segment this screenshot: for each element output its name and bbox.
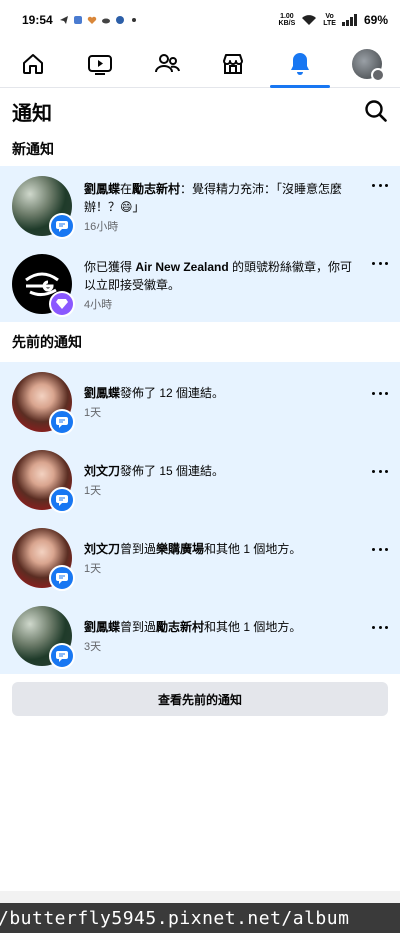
notification-text: 你已獲得 Air New Zealand 的頭號粉絲徽章，你可以立即接受徽章。	[84, 260, 353, 292]
tab-friends[interactable]	[134, 40, 200, 88]
notification-text: 劉鳳蝶發佈了 12 個連結。	[84, 386, 225, 400]
status-notification-icons	[59, 15, 139, 25]
status-bar: 19:54 1.00 KB/S Vo LTE 69%	[0, 0, 400, 40]
see-earlier-notifications-button[interactable]: 查看先前的通知	[12, 682, 388, 716]
notification-body: 刘文刀曾到過樂購廣場和其他 1 個地方。 1天	[72, 528, 388, 576]
tab-video[interactable]	[67, 40, 133, 88]
notification-item[interactable]: 劉鳳蝶曾到過勵志新村和其他 1 個地方。 3天	[0, 596, 400, 674]
notification-time: 3天	[84, 641, 102, 653]
notification-item[interactable]: 刘文刀發佈了 15 個連結。 1天	[0, 440, 400, 518]
message-icon	[56, 495, 68, 506]
more-options-icon[interactable]	[372, 262, 388, 268]
volte-indicator: Vo LTE	[323, 13, 336, 27]
cloud-icon	[101, 18, 110, 24]
top-nav-bar	[0, 40, 400, 88]
message-icon	[56, 417, 68, 428]
notification-text: 刘文刀曾到過樂購廣場和其他 1 個地方。	[84, 542, 302, 556]
notification-time: 16小時	[84, 221, 119, 233]
notification-body: 劉鳳蝶曾到過勵志新村和其他 1 個地方。 3天	[72, 606, 388, 654]
telegram-icon	[59, 16, 68, 24]
notification-time: 4小時	[84, 299, 113, 311]
marketplace-icon	[223, 53, 244, 74]
menu-icon	[370, 67, 385, 82]
tab-notifications[interactable]	[267, 40, 333, 88]
tab-menu[interactable]	[334, 40, 400, 88]
diamond-icon	[56, 299, 68, 309]
message-icon	[56, 221, 68, 232]
page-title: 通知	[12, 102, 52, 125]
message-icon	[56, 573, 68, 584]
notifications-icon	[290, 52, 309, 75]
notification-time: 1天	[84, 407, 102, 419]
status-badge	[49, 291, 75, 317]
notification-body: 劉鳳蝶發佈了 12 個連結。 1天	[72, 372, 388, 420]
friends-icon	[154, 53, 180, 72]
notification-avatar	[12, 176, 75, 239]
more-options-icon[interactable]	[372, 548, 388, 554]
status-badge	[49, 213, 75, 239]
notification-item[interactable]: 劉鳳蝶發佈了 12 個連結。 1天	[0, 362, 400, 440]
notification-item[interactable]: 你已獲得 Air New Zealand 的頭號粉絲徽章，你可以立即接受徽章。 …	[0, 244, 400, 322]
tab-home[interactable]	[0, 40, 66, 88]
dot-icon	[131, 18, 136, 22]
section-title-new: 新通知	[12, 141, 54, 157]
more-options-icon[interactable]	[372, 392, 388, 398]
notification-body: 刘文刀發佈了 15 個連結。 1天	[72, 450, 388, 498]
notification-body: 劉鳳蝶在勵志新村：覺得精力充沛：「沒睡意怎麼辦！？😄」 16小時	[72, 176, 388, 234]
notification-avatar	[12, 254, 75, 317]
notification-avatar	[12, 606, 75, 669]
status-badge	[49, 565, 75, 591]
notification-text: 劉鳳蝶在勵志新村：覺得精力充沛：「沒睡意怎麼辦！？😄」	[84, 182, 343, 214]
battery-level: 69%	[363, 13, 388, 27]
notification-avatar	[12, 450, 75, 513]
bottom-divider	[0, 891, 400, 903]
home-icon	[23, 53, 44, 74]
more-options-icon[interactable]	[372, 470, 388, 476]
notification-body: 你已獲得 Air New Zealand 的頭號粉絲徽章，你可以立即接受徽章。 …	[72, 254, 388, 312]
notification-time: 1天	[84, 485, 102, 497]
notification-time: 1天	[84, 563, 102, 575]
wifi-icon	[302, 15, 317, 25]
profile-avatar	[351, 48, 385, 82]
notification-avatar	[12, 528, 75, 591]
status-time: 19:54	[22, 13, 53, 27]
notification-text: 刘文刀發佈了 15 個連結。	[84, 464, 225, 478]
message-icon	[56, 651, 68, 662]
tab-marketplace[interactable]	[200, 40, 266, 88]
status-badge	[49, 487, 75, 513]
more-options-icon[interactable]	[372, 184, 388, 190]
notification-item[interactable]: 刘文刀曾到過樂購廣場和其他 1 個地方。 1天	[0, 518, 400, 596]
page-header: 通知	[0, 90, 400, 132]
sync-icon	[115, 16, 124, 24]
more-options-icon[interactable]	[372, 626, 388, 632]
section-title-earlier: 先前的通知	[0, 322, 400, 362]
url-watermark: /butterfly5945.pixnet.net/album	[0, 903, 400, 933]
notification-text: 劉鳳蝶曾到過勵志新村和其他 1 個地方。	[84, 620, 302, 634]
video-icon	[87, 54, 112, 75]
notification-avatar	[12, 372, 75, 435]
signal-icon	[341, 14, 357, 26]
notification-item[interactable]: 劉鳳蝶在勵志新村：覺得精力充沛：「沒睡意怎麼辦！？😄」 16小時	[0, 166, 400, 244]
app-icon	[73, 16, 82, 24]
status-badge	[49, 643, 75, 669]
status-badge	[49, 409, 75, 435]
search-icon[interactable]	[364, 99, 388, 123]
heart-app-icon	[87, 16, 96, 24]
net-speed: 1.00 KB/S	[278, 13, 296, 27]
